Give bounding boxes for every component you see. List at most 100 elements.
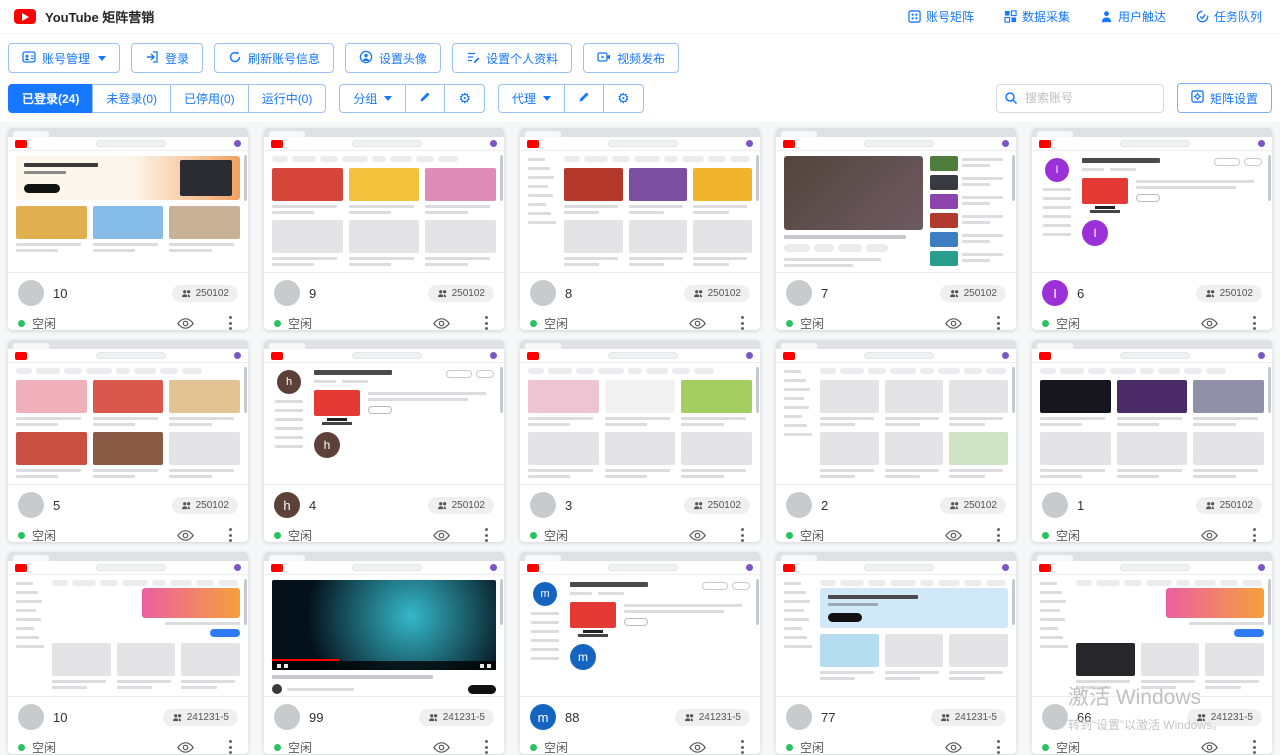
account-card[interactable]: 10 250102 空闲 [8, 128, 248, 330]
people-icon [693, 501, 704, 510]
account-card[interactable]: 1 250102 空闲 [1032, 340, 1272, 542]
more-menu-button[interactable] [223, 526, 238, 542]
view-button[interactable] [689, 317, 706, 330]
mini-scrollbar [500, 367, 503, 413]
more-menu-button[interactable] [991, 738, 1006, 754]
card-footer: 66 241231-5 空闲 [1032, 697, 1272, 754]
account-thumbnail [8, 128, 248, 273]
view-button[interactable] [433, 741, 450, 754]
button-label: 设置头像 [379, 50, 427, 67]
tab-running[interactable]: 运行中(0) [248, 84, 327, 113]
view-button[interactable] [177, 529, 194, 542]
more-menu-button[interactable] [1247, 314, 1262, 330]
mini-avatar [490, 352, 497, 359]
video-publish-button[interactable]: 视频发布 [583, 43, 679, 73]
account-card[interactable]: 77 241231-5 空闲 [776, 552, 1016, 754]
eye-icon [177, 317, 194, 330]
tab-logged-in[interactable]: 已登录(24) [8, 84, 93, 113]
view-button[interactable] [433, 529, 450, 542]
account-card[interactable]: 10 241231-5 空闲 [8, 552, 248, 754]
view-button[interactable] [945, 741, 962, 754]
set-profile-button[interactable]: 设置个人资料 [452, 43, 572, 73]
status-text: 空闲 [288, 739, 426, 755]
card-footer: h 4 250102 空闲 [264, 485, 504, 542]
account-thumbnail [8, 340, 248, 485]
view-button[interactable] [1201, 317, 1218, 330]
view-button[interactable] [689, 529, 706, 542]
avatar: m [530, 704, 556, 730]
tab-not-logged-in[interactable]: 未登录(0) [92, 84, 171, 113]
group-dropdown[interactable]: 分组 [339, 84, 406, 113]
proxy-edit-button[interactable] [564, 84, 604, 113]
nav-task-queue[interactable]: 任务队列 [1196, 8, 1262, 25]
nav-data-collect[interactable]: 数据采集 [1004, 8, 1070, 25]
more-menu-button[interactable] [223, 738, 238, 754]
account-card[interactable]: 7 250102 空闲 [776, 128, 1016, 330]
browser-tab-strip [520, 552, 760, 561]
mini-scrollbar [500, 579, 503, 625]
card-footer: 5 250102 空闲 [8, 485, 248, 542]
account-card[interactable]: 66 241231-5 空闲 [1032, 552, 1272, 754]
refresh-account-button[interactable]: 刷新账号信息 [214, 43, 334, 73]
set-avatar-button[interactable]: 设置头像 [345, 43, 441, 73]
gear-icon: ⚙ [617, 91, 630, 105]
mini-search-bar [608, 352, 678, 359]
account-card[interactable]: 5 250102 空闲 [8, 340, 248, 542]
account-card[interactable]: 2 250102 空闲 [776, 340, 1016, 542]
browser-tab-strip [264, 128, 504, 137]
account-name: 2 [821, 498, 828, 513]
view-button[interactable] [1201, 529, 1218, 542]
mini-page-content [1032, 363, 1272, 485]
status-text: 空闲 [32, 315, 170, 331]
account-card[interactable]: 9 250102 空闲 [264, 128, 504, 330]
account-card[interactable]: II I 6 250102 空闲 [1032, 128, 1272, 330]
account-card[interactable]: 99 241231-5 空闲 [264, 552, 504, 754]
mini-search-bar [1120, 564, 1190, 571]
more-menu-button[interactable] [991, 526, 1006, 542]
account-manage-button[interactable]: 账号管理 [8, 43, 120, 73]
proxy-dropdown[interactable]: 代理 [498, 84, 565, 113]
more-menu-button[interactable] [479, 738, 494, 754]
status-dot [18, 744, 25, 751]
more-menu-button[interactable] [479, 314, 494, 330]
more-menu-button[interactable] [735, 526, 750, 542]
group-settings-button[interactable]: ⚙ [444, 84, 485, 113]
tab-disabled[interactable]: 已停用(0) [170, 84, 249, 113]
more-menu-button[interactable] [479, 526, 494, 542]
proxy-settings-button[interactable]: ⚙ [603, 84, 644, 113]
group-badge-text: 250102 [452, 500, 485, 511]
account-card[interactable]: 3 250102 空闲 [520, 340, 760, 542]
matrix-settings-button[interactable]: 矩阵设置 [1177, 83, 1272, 113]
view-button[interactable] [945, 317, 962, 330]
account-name: 3 [565, 498, 572, 513]
view-button[interactable] [177, 317, 194, 330]
button-label: 刷新账号信息 [248, 50, 320, 67]
search-input[interactable] [996, 84, 1164, 113]
card-footer: 2 250102 空闲 [776, 485, 1016, 542]
view-button[interactable] [689, 741, 706, 754]
more-menu-button[interactable] [223, 314, 238, 330]
more-menu-button[interactable] [1247, 526, 1262, 542]
more-menu-button[interactable] [1247, 738, 1262, 754]
view-button[interactable] [1201, 741, 1218, 754]
nav-label: 用户触达 [1118, 8, 1166, 25]
nav-account-matrix[interactable]: 账号矩阵 [908, 8, 974, 25]
card-footer: 10 250102 空闲 [8, 273, 248, 330]
account-card[interactable]: 8 250102 空闲 [520, 128, 760, 330]
view-button[interactable] [177, 741, 194, 754]
account-card[interactable]: mm m 88 241231-5 空闲 [520, 552, 760, 754]
more-menu-button[interactable] [991, 314, 1006, 330]
more-menu-button[interactable] [735, 738, 750, 754]
gear-icon: ⚙ [458, 91, 471, 105]
group-edit-button[interactable] [405, 84, 445, 113]
login-button[interactable]: 登录 [131, 43, 203, 73]
account-card[interactable]: hh h 4 250102 空闲 [264, 340, 504, 542]
group-badge-text: 241231-5 [699, 712, 741, 723]
view-button[interactable] [945, 529, 962, 542]
nav-user-reach[interactable]: 用户触达 [1100, 8, 1166, 25]
more-menu-button[interactable] [735, 314, 750, 330]
group-badge: 241231-5 [675, 709, 750, 726]
people-icon [693, 289, 704, 298]
eye-icon [945, 317, 962, 330]
view-button[interactable] [433, 317, 450, 330]
